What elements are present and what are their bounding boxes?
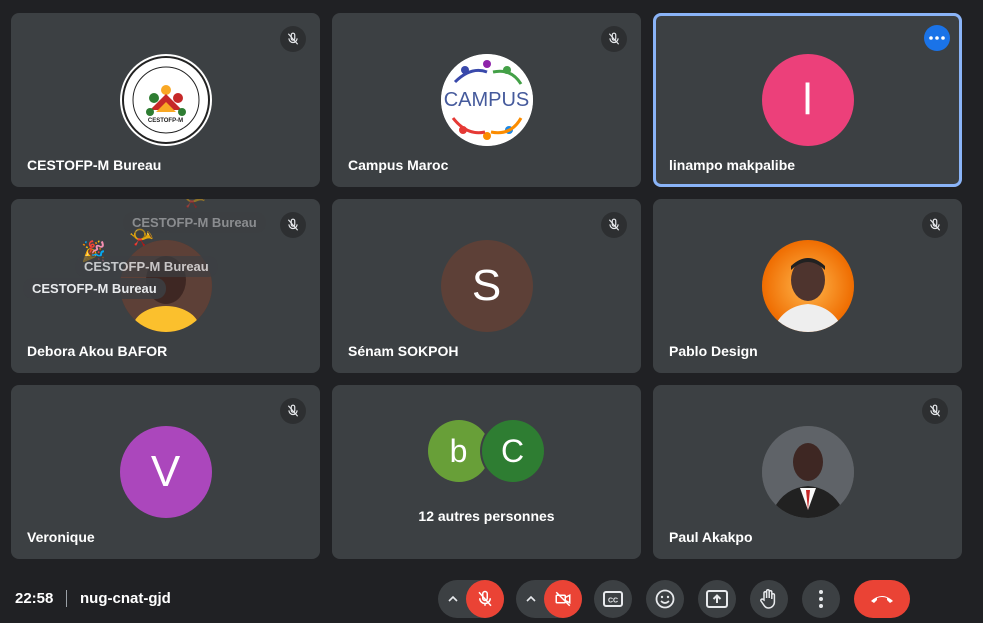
participant-name: Sénam SOKPOH (348, 343, 459, 359)
divider (66, 590, 67, 607)
captions-button[interactable]: CC (594, 580, 632, 618)
emoji-icon (655, 589, 675, 609)
mic-toggle-button[interactable] (466, 580, 504, 618)
reaction-label: CESTOFP-M Bureau (123, 212, 266, 233)
participant-name: Veronique (27, 529, 95, 545)
clock: 22:58 (15, 590, 54, 607)
reactions-button[interactable] (646, 580, 684, 618)
more-options-icon[interactable] (924, 25, 950, 51)
campus-logo: CAMPUS (440, 54, 533, 146)
camera-off-icon (555, 591, 571, 607)
mic-off-icon (601, 26, 627, 52)
avatar-initial: b (449, 432, 468, 469)
chevron-up-icon[interactable] (442, 580, 464, 618)
participant-tile[interactable]: 🎉 📯 📯 CESTOFP-M Bureau CESTOFP-M Bureau … (11, 199, 320, 373)
hang-up-icon (871, 596, 893, 603)
more-options-button[interactable] (802, 580, 840, 618)
avatar-initial: V (150, 447, 181, 496)
participant-tile[interactable]: Pablo Design (653, 199, 962, 373)
mic-off-icon (601, 212, 627, 238)
avatar-initial: C (500, 432, 525, 469)
mic-off-icon (922, 212, 948, 238)
logo-text: CAMPUS (443, 88, 530, 111)
others-count-label: 12 autres personnes (418, 508, 555, 524)
reaction-label: CESTOFP-M Bureau (23, 278, 166, 299)
reaction-label: CESTOFP-M Bureau (75, 256, 218, 277)
participant-tile[interactable]: Paul Akakpo (653, 385, 962, 559)
more-options-icon (819, 590, 823, 608)
raise-hand-button[interactable] (750, 580, 788, 618)
participant-name: Debora Akou BAFOR (27, 343, 168, 359)
party-horn-icon: 📯 (181, 199, 206, 211)
present-icon (706, 590, 728, 608)
participant-name: Campus Maroc (348, 157, 449, 173)
participant-name: Paul Akakpo (669, 529, 753, 545)
others-avatars: b C (427, 420, 546, 484)
leave-call-button[interactable] (854, 580, 910, 618)
mic-off-icon (280, 26, 306, 52)
avatar: b (427, 420, 490, 482)
logo-text: CESTOFP-M (147, 118, 184, 124)
camera-control-group (516, 580, 582, 618)
participant-name: linampo makpalibe (669, 157, 796, 173)
participant-photo (761, 240, 854, 332)
captions-icon: CC (603, 591, 623, 607)
participant-tile[interactable]: CAMPUS Campus Maroc (332, 13, 641, 187)
participant-name: Pablo Design (669, 343, 758, 359)
meeting-code: nug-cnat-gjd (80, 590, 171, 607)
participant-tile[interactable]: V Veronique (11, 385, 320, 559)
avatar: S (440, 240, 533, 332)
camera-toggle-button[interactable] (544, 580, 582, 618)
call-controls-bar: 22:58 nug-cnat-gjd CC (0, 568, 983, 623)
avatar-initial: S (471, 261, 502, 310)
raise-hand-icon (760, 589, 776, 609)
avatar: C (481, 420, 544, 482)
participant-tile-active[interactable]: l linampo makpalibe (653, 13, 962, 187)
others-tile[interactable]: b C 12 autres personnes (332, 385, 641, 559)
present-button[interactable] (698, 580, 736, 618)
participant-tile[interactable]: S Sénam SOKPOH (332, 199, 641, 373)
participant-photo (761, 426, 854, 518)
avatar: V (119, 426, 212, 518)
participant-grid: CESTOFP-M CESTOFP-M Bureau CAMPUS Campus… (11, 13, 962, 559)
mic-control-group (438, 580, 504, 618)
cestofp-logo: CESTOFP-M (119, 54, 212, 146)
mic-off-icon (280, 212, 306, 238)
chevron-up-icon[interactable] (520, 580, 542, 618)
mic-off-icon (922, 398, 948, 424)
avatar: l (761, 54, 854, 146)
mic-off-icon (478, 590, 492, 607)
participant-name: CESTOFP-M Bureau (27, 157, 162, 173)
mic-off-icon (280, 398, 306, 424)
svg-text:CC: CC (608, 598, 618, 605)
participant-tile[interactable]: CESTOFP-M CESTOFP-M Bureau (11, 13, 320, 187)
avatar-initial: l (802, 75, 813, 124)
